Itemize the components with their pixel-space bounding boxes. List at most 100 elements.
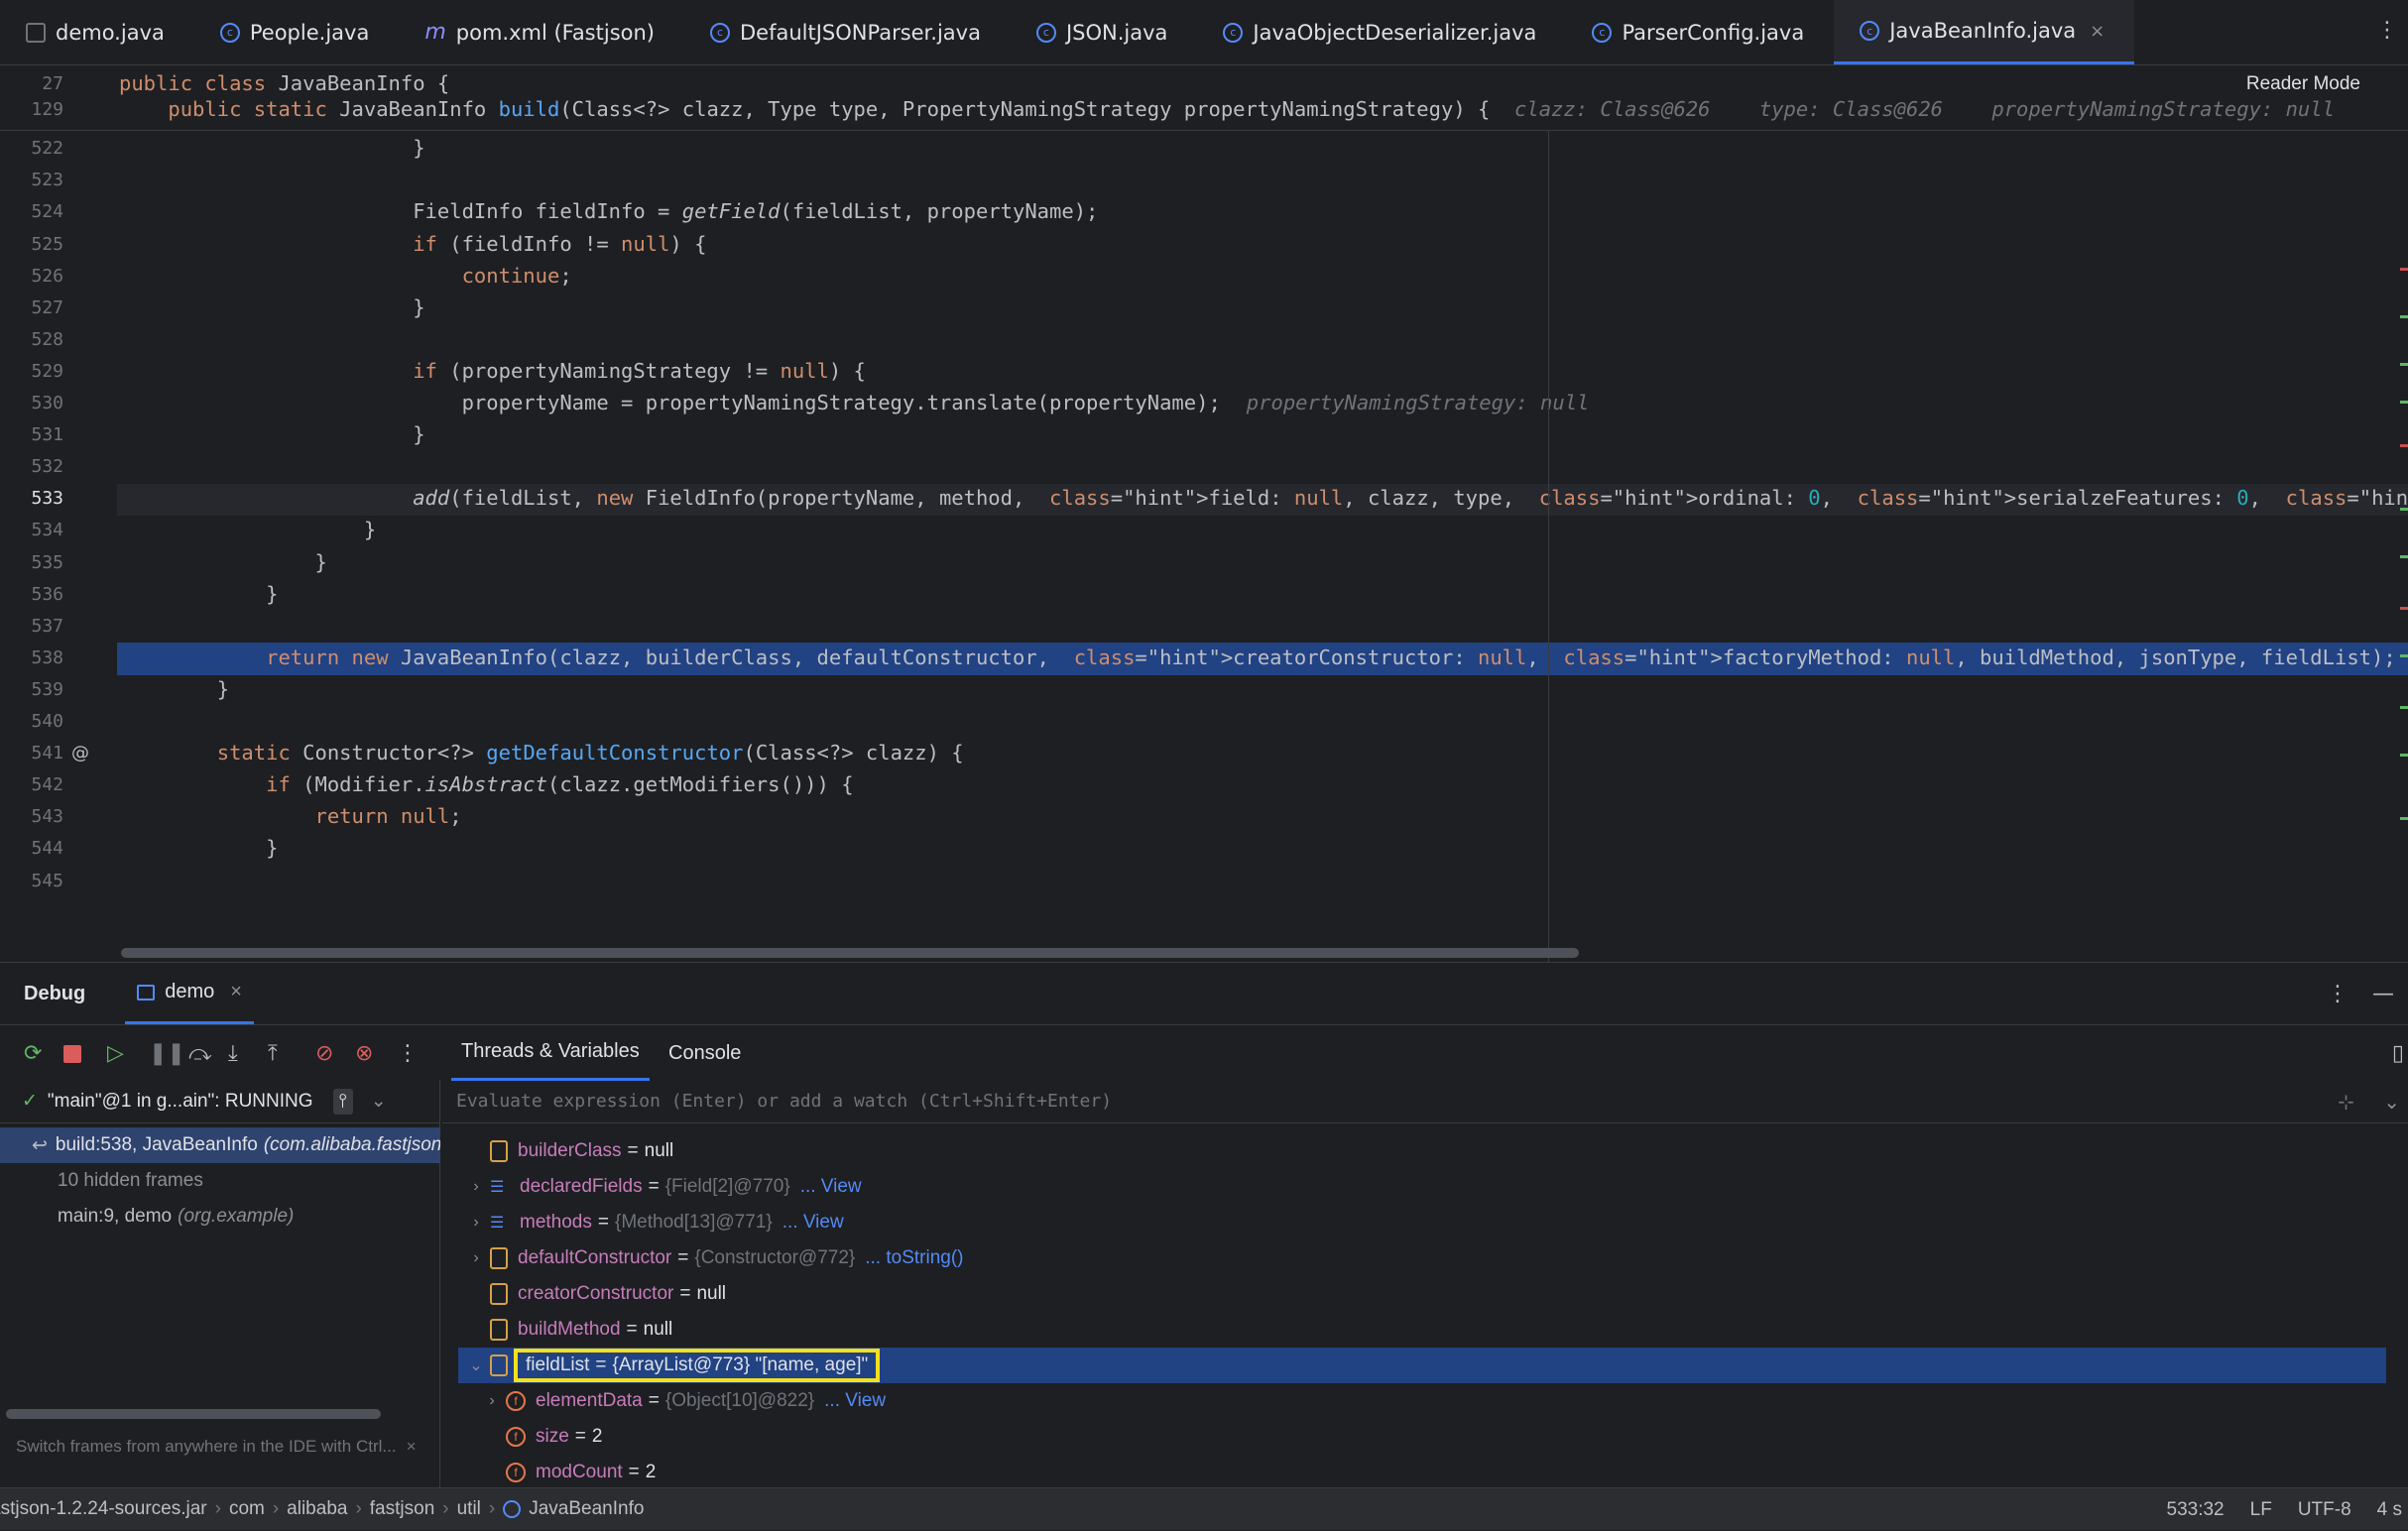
variable-row[interactable]: builderClass=null	[442, 1133, 2386, 1169]
tab-javaobjectdeserializer-java[interactable]: cJavaObjectDeserializer.java	[1197, 0, 1566, 64]
variable-row[interactable]: ›defaultConstructor={Constructor@772}...…	[442, 1240, 2386, 1276]
mute-breakpoints-icon[interactable]: ⊗	[355, 1041, 373, 1066]
scrollbar-marker[interactable]	[2400, 268, 2408, 271]
tab-json-java[interactable]: cJSON.java	[1011, 0, 1197, 64]
line-number[interactable]: 532	[0, 456, 63, 477]
step-into-icon[interactable]: ⤓	[228, 1041, 238, 1066]
variable-row[interactable]: ›☰declaredFields={Field[2]@770}... View	[442, 1169, 2386, 1205]
tab-javabeaninfo-java[interactable]: cJavaBeanInfo.java×	[1834, 0, 2134, 64]
tab-parserconfig-java[interactable]: cParserConfig.java	[1566, 0, 1834, 64]
line-number[interactable]: 534	[0, 520, 63, 540]
pause-icon[interactable]: ❚❚	[149, 1041, 185, 1066]
reader-mode-button[interactable]: Reader Mode	[2246, 73, 2360, 95]
variable-row[interactable]: fsize=2	[442, 1419, 2386, 1455]
variable-row[interactable]: buildMethod=null	[442, 1312, 2386, 1348]
chevron-right-icon[interactable]: ›	[462, 1249, 490, 1267]
scrollbar-marker[interactable]	[2400, 706, 2408, 709]
line-number[interactable]: 545	[0, 871, 63, 891]
tab-defaultjsonparser-java[interactable]: cDefaultJSONParser.java	[684, 0, 1011, 64]
chevron-right-icon[interactable]: ›	[462, 1214, 490, 1232]
filter-icon[interactable]: ⫯	[333, 1089, 353, 1115]
line-number[interactable]: 526	[0, 266, 63, 287]
line-number[interactable]: 535	[0, 552, 63, 573]
scrollbar-marker[interactable]	[2400, 607, 2408, 610]
line-number[interactable]: 542	[0, 774, 63, 795]
scrollbar-marker[interactable]	[2400, 401, 2408, 404]
variable-row[interactable]: ›☰methods={Method[13]@771}... View	[442, 1205, 2386, 1240]
add-watch-icon[interactable]: ⊹	[2338, 1090, 2354, 1114]
tab-threads-variables[interactable]: Threads & Variables	[451, 1025, 650, 1081]
step-over-icon[interactable]: ⤼	[188, 1041, 212, 1066]
chevron-right-icon[interactable]: ›	[478, 1392, 506, 1410]
line-number[interactable]: 543	[0, 806, 63, 827]
layout-icon[interactable]: ▯	[2392, 1041, 2404, 1066]
breadcrumb-item[interactable]: JavaBeanInfo	[529, 1498, 644, 1520]
scrollbar-marker[interactable]	[2400, 315, 2408, 318]
tab-people-java[interactable]: cPeople.java	[194, 0, 399, 64]
evaluate-expression-input[interactable]: Evaluate expression (Enter) or add a wat…	[442, 1080, 2408, 1123]
line-number[interactable]: 528	[0, 329, 63, 350]
line-number[interactable]: 523	[0, 170, 63, 190]
line-number[interactable]: 537	[0, 616, 63, 637]
scrollbar-marker[interactable]	[2400, 654, 2408, 657]
line-number[interactable]: 527	[0, 297, 63, 318]
scrollbar-marker[interactable]	[2400, 555, 2408, 558]
tab-demo-java[interactable]: demo.java	[0, 0, 194, 64]
line-separator[interactable]: LF	[2250, 1499, 2272, 1521]
line-number[interactable]: 531	[0, 424, 63, 445]
line-number[interactable]: 544	[0, 838, 63, 859]
line-number[interactable]: 533	[0, 488, 63, 509]
breadcrumb-item[interactable]: fastjson	[370, 1498, 434, 1520]
scrollbar-marker[interactable]	[2400, 363, 2408, 366]
scrollbar-marker[interactable]	[2400, 817, 2408, 820]
chevron-down-icon[interactable]: ⌄	[2383, 1090, 2400, 1114]
close-icon[interactable]: ×	[230, 981, 242, 1003]
frames-scrollbar[interactable]	[6, 1409, 381, 1419]
minimize-icon[interactable]: —	[2372, 982, 2394, 1006]
view-link[interactable]: ... View	[800, 1176, 862, 1198]
caret-position[interactable]: 533:32	[2167, 1499, 2225, 1521]
line-number[interactable]: 530	[0, 393, 63, 413]
tab-console[interactable]: Console	[659, 1025, 751, 1081]
indent-setting[interactable]: 4 s	[2377, 1499, 2402, 1521]
variable-row[interactable]: creatorConstructor=null	[442, 1276, 2386, 1312]
scrollbar-marker[interactable]	[2400, 508, 2408, 511]
thread-selector[interactable]: ✓ "main"@1 in g...ain": RUNNING ⫯ ⌄	[0, 1080, 440, 1123]
debug-session-tab[interactable]: demo ×	[125, 963, 254, 1024]
breadcrumb-item[interactable]: util	[457, 1498, 481, 1520]
line-number[interactable]: 529	[0, 361, 63, 382]
file-encoding[interactable]: UTF-8	[2298, 1499, 2351, 1521]
variable-row[interactable]: ›felementData={Object[10]@822}... View	[442, 1383, 2386, 1419]
override-gutter-icon[interactable]: @	[71, 743, 89, 764]
close-icon[interactable]: ×	[2090, 21, 2105, 42]
step-out-icon[interactable]: ⤒	[268, 1041, 278, 1066]
line-number[interactable]: 539	[0, 679, 63, 700]
view-link[interactable]: ... toString()	[865, 1247, 963, 1269]
line-number[interactable]: 538	[0, 648, 63, 668]
stack-frame[interactable]: ↩ build:538, JavaBeanInfo (com.alibaba.f…	[0, 1127, 440, 1163]
resume-icon[interactable]: ▷	[107, 1041, 124, 1066]
variable-row[interactable]: ⌄fieldList={ArrayList@773} "[name, age]"	[458, 1348, 2386, 1383]
scrollbar-marker[interactable]	[2400, 754, 2408, 757]
stop-icon[interactable]	[63, 1045, 81, 1063]
breadcrumb-item[interactable]: com	[229, 1498, 265, 1520]
horizontal-scrollbar[interactable]	[121, 948, 1579, 958]
view-breakpoints-icon[interactable]: ⊘	[315, 1041, 333, 1066]
view-link[interactable]: ... View	[824, 1390, 886, 1412]
tab-pom-xml-fastjson[interactable]: mpom.xml (Fastjson)	[399, 0, 684, 64]
more-tabs-icon[interactable]: ⋮	[2376, 18, 2398, 43]
line-number[interactable]: 524	[0, 201, 63, 222]
rerun-icon[interactable]: ⟳	[24, 1041, 42, 1066]
variable-row[interactable]: fmodCount=2	[442, 1455, 2386, 1490]
scrollbar-marker[interactable]	[2400, 444, 2408, 447]
stack-frame[interactable]: main:9, demo (org.example)	[0, 1199, 440, 1235]
chevron-down-icon[interactable]: ⌄	[371, 1090, 387, 1113]
line-number[interactable]: 540	[0, 711, 63, 732]
chevron-right-icon[interactable]: ›	[462, 1178, 490, 1196]
more-options-icon[interactable]: ⋮	[2327, 982, 2348, 1006]
chevron-down-icon[interactable]: ⌄	[462, 1355, 490, 1375]
hidden-frames[interactable]: 10 hidden frames	[0, 1163, 440, 1199]
line-number[interactable]: 525	[0, 234, 63, 255]
more-actions-icon[interactable]: ⋮	[397, 1041, 419, 1066]
line-number[interactable]: 536	[0, 584, 63, 605]
